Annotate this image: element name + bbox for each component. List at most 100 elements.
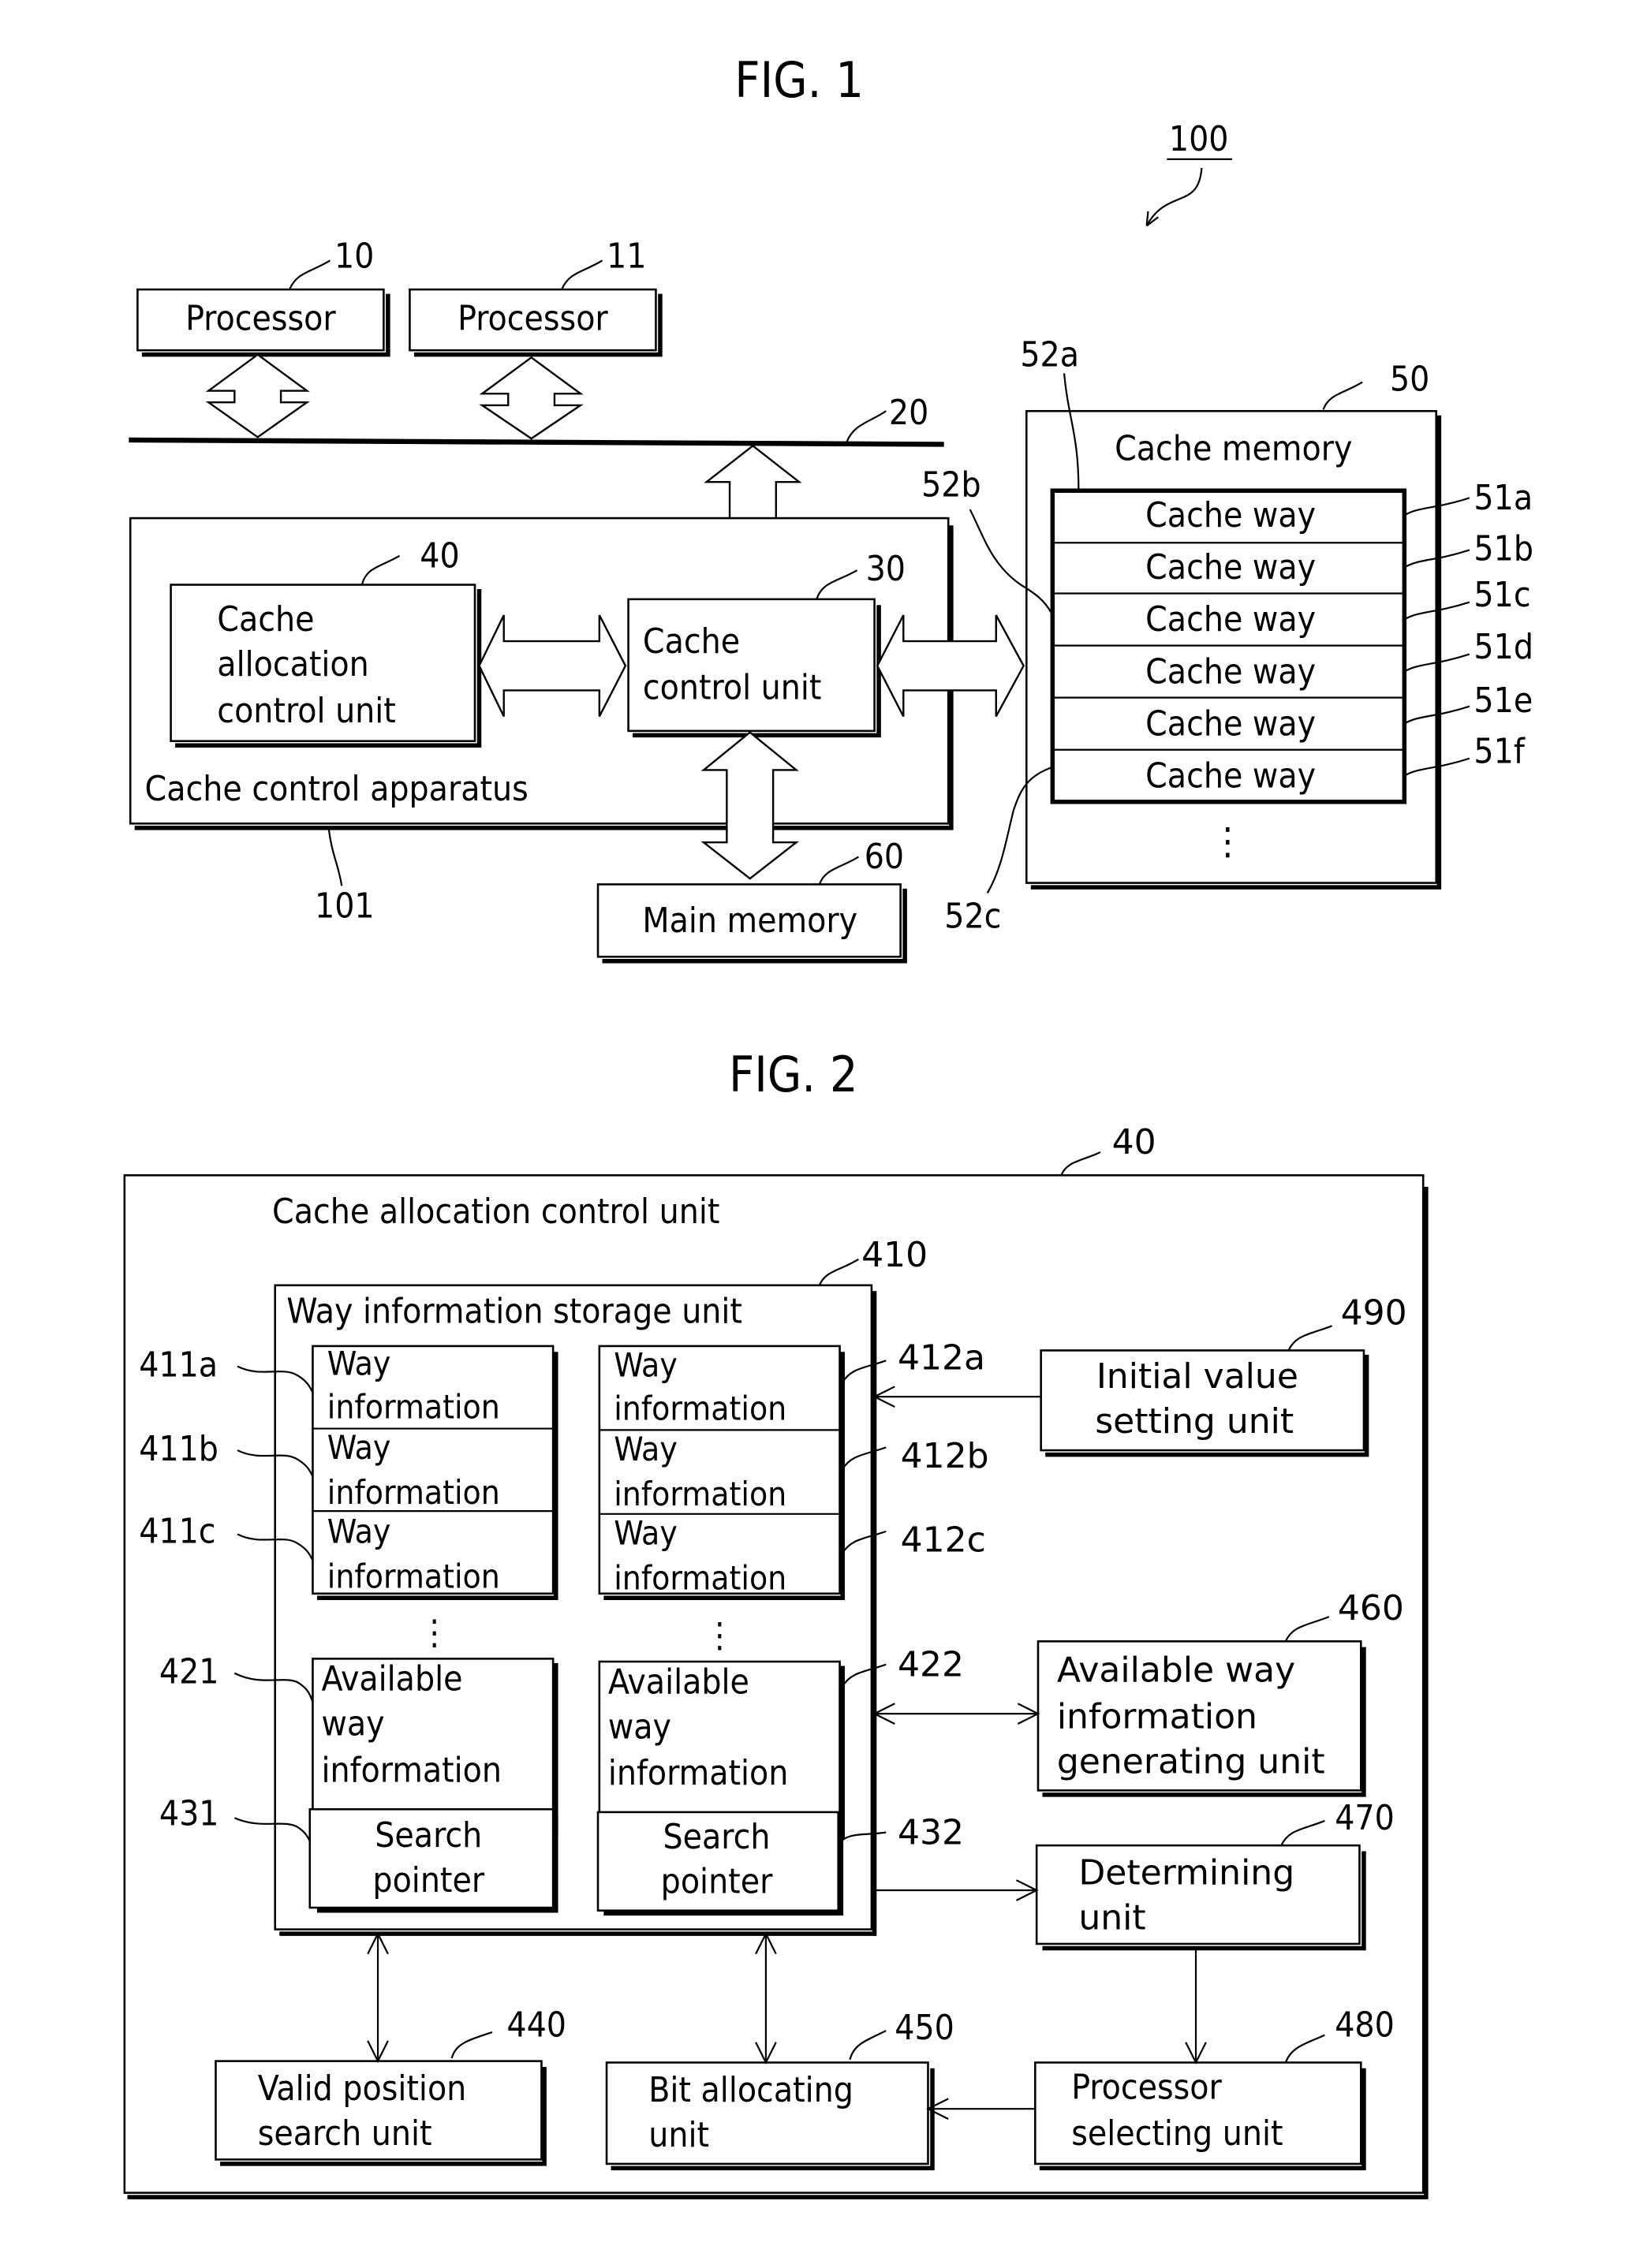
- way-ref-51c: 51c: [1474, 575, 1530, 615]
- way-ref-51d: 51d: [1474, 627, 1533, 667]
- alloc-unit-line1: Cache: [217, 599, 314, 640]
- avail-gen-line1: Available way: [1057, 1651, 1295, 1691]
- main-memory-label: Main memory: [642, 901, 857, 941]
- cache-way-51f: Cache way: [1145, 755, 1316, 796]
- cache-way-51b: Cache way: [1145, 547, 1316, 588]
- way-ref-51f: 51f: [1474, 731, 1525, 771]
- avail-422-line1: Available: [608, 1662, 749, 1702]
- avail-422-line2: way: [608, 1707, 671, 1747]
- way-info-411b-line1: Way: [327, 1428, 391, 1467]
- cache-way-51c: Cache way: [1145, 599, 1316, 640]
- pointer-431-line1: Search: [375, 1815, 482, 1856]
- ref-440: 440: [506, 2005, 566, 2045]
- figure-2: FIG. 2 Cache allocation control unit 40 …: [123, 1046, 1429, 2199]
- processor-10: Processor 10: [136, 237, 390, 357]
- ref-432: 432: [898, 1812, 964, 1852]
- cache-way-ellipsis: ⋮: [1211, 820, 1245, 864]
- apparatus-label: Cache control apparatus: [145, 769, 529, 809]
- avail-421-line1: Available: [321, 1659, 462, 1699]
- valid-search-line2: search unit: [258, 2113, 432, 2154]
- ref-480: 480: [1335, 2005, 1395, 2045]
- valid-search-line1: Valid position: [258, 2068, 467, 2109]
- processor10-bus-arrow: [205, 353, 310, 438]
- way-info-411a-line1: Way: [327, 1345, 391, 1383]
- initial-value-line2: setting unit: [1095, 1401, 1294, 1442]
- ref-460: 460: [1338, 1588, 1404, 1628]
- ref-431: 431: [159, 1793, 219, 1833]
- pointer-432-line2: pointer: [661, 1862, 773, 1902]
- way-ref-51a: 51a: [1474, 478, 1533, 518]
- bit-alloc-line1: Bit allocating: [648, 2070, 853, 2110]
- main-memory-ref: 60: [865, 837, 904, 877]
- way-info-411c-line2: information: [327, 1557, 500, 1595]
- cache-way-51e: Cache way: [1145, 703, 1316, 744]
- system-ref-label: 100: [1169, 119, 1229, 159]
- bus-ref: 20: [889, 393, 928, 433]
- cache-memory-ref: 50: [1390, 360, 1429, 400]
- cache-way-51d: Cache way: [1145, 651, 1316, 692]
- cache-way-label: Cache way: [1145, 599, 1316, 640]
- ref-411b: 411b: [139, 1429, 219, 1469]
- way-info-411c-line1: Way: [327, 1513, 391, 1551]
- processor-11-ref: 11: [607, 237, 646, 277]
- figure-1: FIG. 1 100 Processor 10 Processor 11 20: [129, 51, 1533, 964]
- right-col-ellipsis: ⋮: [704, 1616, 735, 1656]
- cache-way-51a: Cache way: [1145, 495, 1316, 535]
- way-ref-51b: 51b: [1474, 528, 1533, 569]
- storage-unit-ref: 410: [861, 1235, 928, 1275]
- ref-411c: 411c: [139, 1512, 215, 1552]
- ref-412b: 412b: [901, 1436, 989, 1476]
- outer-unit-ref: 40: [1112, 1122, 1156, 1162]
- initial-value-line1: Initial value: [1096, 1356, 1298, 1397]
- ref-450: 450: [895, 2008, 954, 2048]
- group-ref-52c: 52c: [944, 896, 1001, 936]
- avail-gen-line3: generating unit: [1057, 1741, 1325, 1781]
- system-ref-arrow: [1145, 167, 1203, 227]
- fig2-title: FIG. 2: [729, 1046, 858, 1103]
- group-ref-52a: 52a: [1020, 334, 1079, 375]
- left-col-ellipsis: ⋮: [419, 1613, 450, 1653]
- control-unit-ref: 30: [866, 549, 906, 589]
- ref-421: 421: [159, 1652, 219, 1692]
- bit-alloc-line2: unit: [648, 2115, 709, 2155]
- cache-way-label: Cache way: [1145, 547, 1316, 588]
- processor-10-ref: 10: [334, 237, 374, 277]
- control-unit-line1: Cache: [643, 621, 740, 662]
- processor-11-label: Processor: [458, 298, 608, 338]
- ref-490: 490: [1341, 1293, 1407, 1333]
- way-info-411a-line2: information: [327, 1388, 500, 1427]
- alloc-unit-line3: control unit: [217, 691, 396, 731]
- processor-sel-line1: Processor: [1071, 2067, 1222, 2107]
- cache-way-label: Cache way: [1145, 703, 1316, 744]
- avail-422-line3: information: [608, 1753, 789, 1793]
- processor-11: Processor 11: [409, 237, 663, 357]
- way-ref-51e: 51e: [1474, 681, 1533, 721]
- cache-memory-label: Cache memory: [1115, 429, 1352, 469]
- determining-line2: unit: [1078, 1898, 1145, 1938]
- apparatus-ref: 101: [315, 886, 375, 927]
- ref-412c: 412c: [901, 1520, 986, 1561]
- fig1-title: FIG. 1: [734, 51, 864, 109]
- way-info-412b-line2: information: [614, 1475, 786, 1513]
- cache-memory: Cache memory 50 Cache way Cache way Cach…: [921, 334, 1533, 936]
- processor-sel-line2: selecting unit: [1071, 2113, 1283, 2154]
- avail-gen-line2: information: [1057, 1696, 1257, 1736]
- avail-421-line3: information: [321, 1750, 502, 1790]
- way-info-412c-line1: Way: [614, 1513, 678, 1552]
- right-way-info-stack: Way information Way information Way info…: [598, 1337, 989, 1601]
- storage-unit-label: Way information storage unit: [286, 1292, 742, 1332]
- way-info-412b-line1: Way: [614, 1430, 678, 1468]
- way-info-412c-line2: information: [614, 1558, 786, 1597]
- group-ref-52b: 52b: [921, 465, 981, 505]
- system-bus: [129, 437, 944, 447]
- pointer-432-line1: Search: [663, 1817, 771, 1857]
- processor11-bus-arrow: [479, 356, 584, 440]
- ref-470: 470: [1335, 1798, 1395, 1838]
- ref-422: 422: [898, 1644, 964, 1684]
- way-info-411b-line2: information: [327, 1473, 500, 1512]
- pointer-431-line2: pointer: [372, 1860, 484, 1901]
- way-info-412a-line1: Way: [614, 1345, 678, 1384]
- processor-10-label: Processor: [185, 298, 336, 338]
- ref-412a: 412a: [898, 1337, 985, 1378]
- way-info-412a-line2: information: [614, 1390, 786, 1428]
